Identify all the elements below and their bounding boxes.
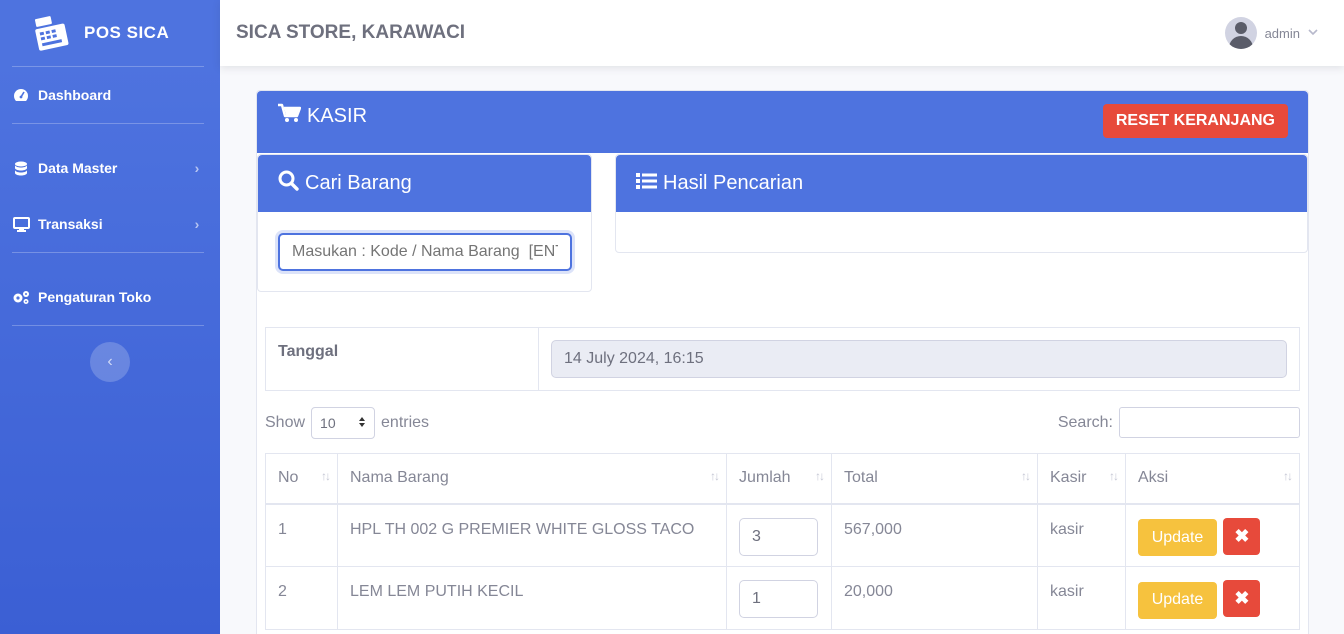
cell-kasir: kasir (1037, 503, 1126, 567)
sidebar-divider (12, 252, 204, 253)
cari-barang-panel: Cari Barang (257, 154, 592, 292)
cell-nama-barang: HPL TH 002 G PREMIER WHITE GLOSS TACO (337, 503, 727, 567)
brand-name: POS SICA (84, 23, 170, 42)
sort-icon: ↑↓ (321, 469, 331, 483)
database-icon (12, 160, 30, 176)
column-header-nama-barang[interactable]: Nama Barang ↑↓ (337, 453, 727, 505)
cell-total: 20,000 (831, 566, 1038, 630)
avatar (1224, 17, 1257, 49)
cell-nama-barang: LEM LEM PUTIH KECIL (337, 566, 727, 630)
sidebar-item-dashboard[interactable]: Dashboard (0, 67, 220, 123)
delete-button[interactable]: ✖ (1223, 517, 1261, 555)
sort-icon: ↑↓ (1021, 469, 1031, 483)
tanggal-row: Tanggal 14 July 2024, 16:15 (265, 327, 1300, 391)
tanggal-field: 14 July 2024, 16:15 (551, 340, 1287, 378)
sort-icon: ↑↓ (815, 469, 825, 483)
show-entries: Show 10 entries (265, 407, 429, 439)
column-header-total[interactable]: Total ↑↓ (831, 453, 1038, 505)
sidebar-item-label: Dashboard (38, 87, 112, 103)
list-icon (636, 172, 657, 196)
table-row: 1 HPL TH 002 G PREMIER WHITE GLOSS TACO … (265, 503, 1300, 567)
reset-keranjang-button[interactable]: RESET KERANJANG (1102, 104, 1288, 138)
sidebar-toggle-button[interactable]: ‹ (90, 342, 130, 382)
cell-no: 1 (265, 503, 338, 567)
entries-select[interactable]: 10 (311, 407, 376, 439)
sort-updown-icon (358, 415, 366, 431)
user-menu[interactable]: admin (1224, 17, 1318, 49)
column-header-aksi[interactable]: Aksi ↑↓ (1125, 453, 1300, 505)
quantity-input[interactable]: 1 (739, 580, 818, 618)
chevron-right-icon: › (194, 160, 200, 176)
cart-table: No ↑↓ Nama Barang ↑↓ Jumlah ↑↓ Total ↑↓ Kasi… (265, 453, 1300, 630)
update-button[interactable]: Update (1138, 519, 1217, 556)
tanggal-cell: 14 July 2024, 16:15 (539, 328, 1299, 390)
shopping-cart-icon (277, 103, 302, 129)
desktop-icon (12, 216, 30, 232)
sidebar-item-pengaturan-toko[interactable]: Pengaturan Toko (0, 269, 220, 325)
tachometer-icon (12, 87, 30, 103)
chevron-left-icon: ‹ (107, 353, 113, 370)
sort-icon: ↑↓ (710, 469, 720, 483)
search-icon (278, 170, 299, 197)
quantity-input[interactable]: 3 (739, 517, 818, 556)
chevron-down-icon (1308, 27, 1318, 39)
kasir-title-text: KASIR (307, 104, 368, 127)
sort-icon: ↑↓ (1283, 469, 1293, 483)
entries-label: entries (381, 414, 430, 431)
sidebar-item-label: Data Master (38, 160, 118, 176)
column-header-no[interactable]: No ↑↓ (265, 453, 338, 505)
cell-jumlah: 3 (726, 503, 832, 567)
sort-icon: ↑↓ (1109, 469, 1119, 483)
search-input[interactable] (278, 233, 572, 271)
entries-value: 10 (320, 415, 336, 431)
column-header-kasir[interactable]: Kasir ↑↓ (1037, 453, 1126, 505)
sidebar-item-data-master[interactable]: Data Master › (0, 140, 220, 196)
chevron-right-icon: › (194, 216, 200, 232)
cell-no: 2 (265, 566, 338, 630)
table-search: Search: (1058, 407, 1300, 438)
kasir-card: KASIR RESET KERANJANG Cari Barang Hasil … (256, 90, 1309, 634)
cell-aksi: Update ✖ (1125, 566, 1300, 630)
column-header-jumlah[interactable]: Jumlah ↑↓ (726, 453, 832, 505)
sidebar-item-label: Transaksi (38, 216, 103, 232)
sidebar-item-transaksi[interactable]: Transaksi › (0, 196, 220, 252)
cell-total: 567,000 (831, 503, 1038, 567)
hasil-pencarian-header: Hasil Pencarian (616, 155, 1307, 212)
cell-aksi: Update ✖ (1125, 503, 1300, 567)
sidebar-item-label: Pengaturan Toko (38, 289, 152, 305)
kasir-card-header: KASIR RESET KERANJANG (257, 91, 1308, 153)
table-header-row: No ↑↓ Nama Barang ↑↓ Jumlah ↑↓ Total ↑↓ Kasi… (265, 453, 1300, 505)
kasir-title: KASIR (277, 103, 367, 129)
close-icon: ✖ (1234, 525, 1250, 546)
cari-barang-title: Cari Barang (305, 172, 412, 194)
sidebar-divider (12, 123, 204, 124)
show-label: Show (265, 414, 306, 431)
cell-jumlah: 1 (726, 566, 832, 630)
table-search-input[interactable] (1119, 407, 1300, 438)
search-label: Search: (1057, 413, 1113, 431)
user-name: admin (1264, 25, 1300, 41)
store-title: SICA STORE, KARAWACI (236, 22, 466, 43)
hasil-pencarian-title: Hasil Pencarian (663, 172, 804, 194)
cari-barang-header: Cari Barang (258, 155, 591, 212)
hasil-pencarian-panel: Hasil Pencarian (615, 154, 1308, 253)
sidebar-divider (12, 325, 204, 326)
cell-kasir: kasir (1037, 566, 1126, 630)
sidebar: POS SICA Dashboard Data Master › Transak… (0, 0, 220, 634)
close-icon: ✖ (1234, 588, 1250, 608)
update-button[interactable]: Update (1138, 581, 1217, 619)
table-row: 2 LEM LEM PUTIH KECIL 1 20,000 kasir Upd… (265, 566, 1300, 630)
cogs-icon (12, 289, 30, 305)
cash-register-icon (32, 14, 72, 52)
delete-button[interactable]: ✖ (1223, 580, 1261, 617)
topbar: SICA STORE, KARAWACI admin (220, 0, 1344, 66)
tanggal-label: Tanggal (266, 328, 539, 390)
brand[interactable]: POS SICA (0, 0, 220, 66)
